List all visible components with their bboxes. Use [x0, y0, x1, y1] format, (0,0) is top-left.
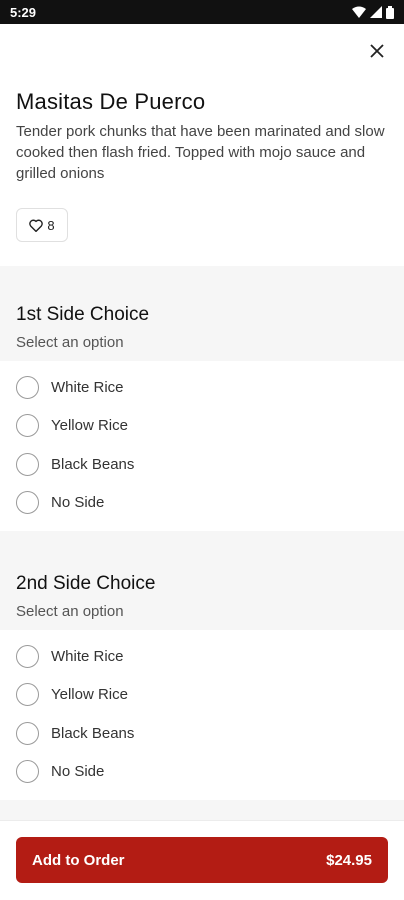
like-button[interactable]: 8 [16, 208, 68, 242]
close-icon [370, 44, 384, 58]
battery-icon [386, 5, 394, 19]
item-title: Masitas De Puerco [16, 89, 206, 114]
order-price: $24.95 [326, 851, 372, 869]
section-header-side-2: 2nd Side Choice Select an option [0, 531, 404, 630]
option-no-side[interactable]: No Side [0, 484, 404, 523]
radio-button[interactable] [16, 683, 39, 707]
option-black-beans[interactable]: Black Beans [0, 445, 404, 484]
status-bar: 5:29 [0, 0, 404, 24]
option-label: No Side [51, 494, 105, 512]
option-label: No Side [51, 763, 105, 781]
close-button[interactable] [366, 40, 388, 62]
option-black-beans[interactable]: Black Beans [0, 714, 404, 753]
wifi-icon [352, 6, 366, 18]
option-no-side[interactable]: No Side [0, 753, 404, 792]
heart-icon [29, 219, 44, 232]
add-to-order-label: Add to Order [32, 851, 125, 869]
radio-button[interactable] [16, 491, 39, 515]
section-subtitle: Select an option [16, 334, 124, 351]
like-count: 8 [47, 217, 55, 233]
radio-button[interactable] [16, 375, 39, 399]
option-yellow-rice[interactable]: Yellow Rice [0, 407, 404, 446]
signal-icon [370, 6, 382, 18]
option-list-side-2: White Rice Yellow Rice Black Beans No Si… [0, 630, 404, 800]
status-icons [352, 5, 394, 19]
option-label: Yellow Rice [51, 417, 128, 435]
status-time: 5:29 [10, 4, 37, 20]
option-label: Black Beans [51, 455, 135, 473]
option-label: Yellow Rice [51, 686, 128, 704]
close-row [0, 24, 404, 76]
item-description: Tender pork chunks that have been marina… [16, 123, 385, 182]
option-label: White Rice [51, 647, 124, 665]
radio-button[interactable] [16, 721, 39, 745]
add-to-order-button[interactable]: Add to Order $24.95 [16, 837, 388, 883]
section-header-side-1: 1st Side Choice Select an option [0, 266, 404, 361]
option-yellow-rice[interactable]: Yellow Rice [0, 676, 404, 715]
option-list-side-1: White Rice Yellow Rice Black Beans No Si… [0, 361, 404, 531]
section-spacer [0, 800, 404, 820]
radio-button[interactable] [16, 452, 39, 476]
section-subtitle: Select an option [16, 603, 124, 620]
footer-bar: Add to Order $24.95 [0, 820, 404, 900]
radio-button[interactable] [16, 644, 39, 668]
section-title: 2nd Side Choice [16, 573, 156, 594]
item-details-scroll[interactable]: Masitas De Puerco Tender pork chunks tha… [0, 24, 404, 820]
section-title: 1st Side Choice [16, 304, 150, 325]
option-label: Black Beans [51, 724, 135, 742]
option-white-rice[interactable]: White Rice [0, 368, 404, 407]
radio-button[interactable] [16, 414, 39, 438]
option-label: White Rice [51, 378, 124, 396]
option-white-rice[interactable]: White Rice [0, 637, 404, 676]
radio-button[interactable] [16, 760, 39, 784]
